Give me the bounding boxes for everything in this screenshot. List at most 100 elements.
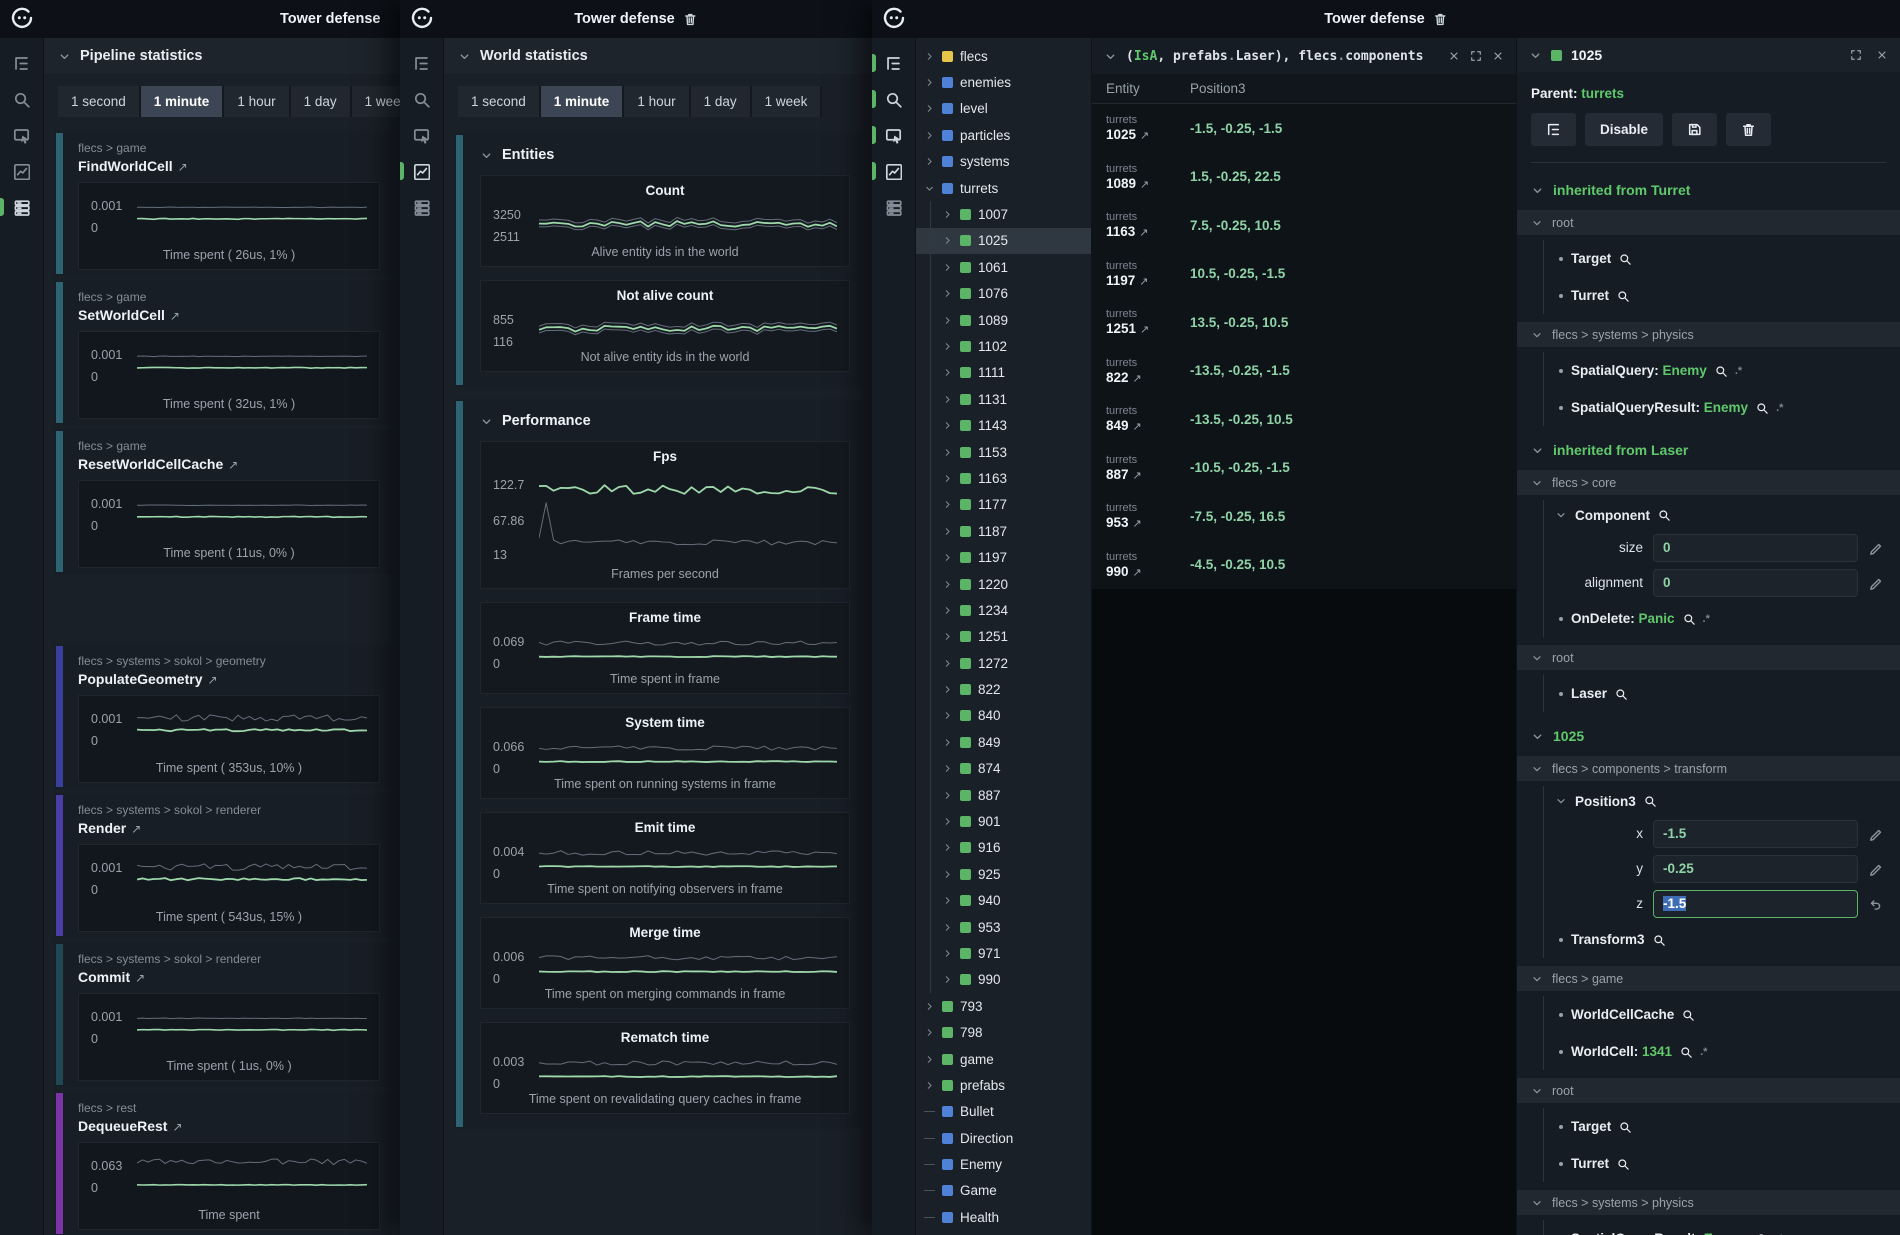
entity-id-link[interactable]: 1251↗ bbox=[1106, 321, 1184, 336]
tree-item-enemies[interactable]: enemies bbox=[916, 69, 1091, 95]
module-path-bar[interactable]: flecs > systems > physics bbox=[1517, 322, 1900, 347]
tab-1-day[interactable]: 1 day bbox=[691, 86, 752, 117]
tree-item-925[interactable]: 925 bbox=[916, 861, 1091, 887]
chevron-right-icon[interactable] bbox=[942, 658, 953, 669]
chevron-right-icon[interactable] bbox=[942, 790, 953, 801]
query-result-row[interactable]: turrets1089↗1.5, -0.25, 22.5 bbox=[1092, 153, 1516, 202]
sidebar-stats-button[interactable] bbox=[0, 194, 44, 220]
sidebar-inspect-button[interactable] bbox=[400, 122, 444, 148]
tab-1-week[interactable]: 1 week bbox=[352, 86, 400, 117]
field-input-y[interactable]: -0.25 bbox=[1653, 855, 1858, 883]
sidebar-inspect-button[interactable] bbox=[872, 122, 916, 148]
pair-wildcard-icon[interactable]: .* bbox=[1700, 1046, 1707, 1058]
chevron-right-icon[interactable] bbox=[924, 130, 935, 141]
tree-button[interactable] bbox=[1531, 113, 1576, 146]
query-result-row[interactable]: turrets822↗-13.5, -0.25, -1.5 bbox=[1092, 347, 1516, 396]
pencil-icon[interactable] bbox=[1868, 827, 1886, 841]
fullscreen-icon[interactable] bbox=[1470, 50, 1482, 62]
tab-1-second[interactable]: 1 second bbox=[58, 86, 141, 117]
chevron-right-icon[interactable] bbox=[924, 1027, 935, 1038]
sidebar-search-button[interactable] bbox=[400, 86, 444, 112]
entity-id-link[interactable]: 1197↗ bbox=[1106, 273, 1184, 288]
sidebar-search-button[interactable] bbox=[0, 86, 44, 112]
chevron-right-icon[interactable] bbox=[942, 288, 953, 299]
query-result-row[interactable]: turrets849↗-13.5, -0.25, 10.5 bbox=[1092, 395, 1516, 444]
close-panel-icon[interactable] bbox=[1876, 49, 1888, 61]
component-Position3[interactable]: Position3 bbox=[1531, 786, 1886, 816]
section-header[interactable]: Performance bbox=[480, 413, 850, 429]
chevron-right-icon[interactable] bbox=[942, 579, 953, 590]
pencil-icon[interactable] bbox=[1868, 576, 1886, 590]
delete-world-icon[interactable] bbox=[684, 12, 698, 26]
tree-item-849[interactable]: 849 bbox=[916, 729, 1091, 755]
sidebar-chart-button[interactable] bbox=[0, 158, 44, 184]
sidebar-stats-button[interactable] bbox=[872, 194, 916, 220]
trash-button[interactable] bbox=[1726, 113, 1771, 146]
tree-item-1187[interactable]: 1187 bbox=[916, 518, 1091, 544]
tab-1-hour[interactable]: 1 hour bbox=[624, 86, 690, 117]
entity-id-link[interactable]: 822↗ bbox=[1106, 370, 1184, 385]
tree-item-1111[interactable]: 1111 bbox=[916, 360, 1091, 386]
component-Component[interactable]: Component bbox=[1531, 500, 1886, 530]
system-name-link[interactable]: DequeueRest↗ bbox=[78, 1118, 380, 1134]
query-result-row[interactable]: turrets1197↗10.5, -0.25, -1.5 bbox=[1092, 250, 1516, 299]
chevron-right-icon[interactable] bbox=[942, 631, 953, 642]
field-input-z[interactable]: -1.5 bbox=[1653, 890, 1858, 918]
tree-item-prefabs[interactable]: prefabs bbox=[916, 1072, 1091, 1098]
disable-button[interactable]: Disable bbox=[1585, 113, 1663, 146]
section-header[interactable]: Entities bbox=[480, 147, 850, 163]
tree-item-turrets[interactable]: turrets bbox=[916, 175, 1091, 201]
tree-item-822[interactable]: 822 bbox=[916, 676, 1091, 702]
close-panel-icon[interactable] bbox=[1492, 50, 1504, 62]
tree-item-systems[interactable]: systems bbox=[916, 149, 1091, 175]
tree-item-1102[interactable]: 1102 bbox=[916, 333, 1091, 359]
tab-1-hour[interactable]: 1 hour bbox=[224, 86, 290, 117]
chevron-right-icon[interactable] bbox=[942, 605, 953, 616]
tree-item-1025[interactable]: 1025 bbox=[916, 228, 1091, 254]
entity-id-link[interactable]: 849↗ bbox=[1106, 418, 1184, 433]
tab-1-day[interactable]: 1 day bbox=[291, 86, 352, 117]
undo-icon[interactable] bbox=[1868, 897, 1886, 911]
sidebar-inspect-button[interactable] bbox=[0, 122, 44, 148]
system-name-link[interactable]: Render↗ bbox=[78, 820, 380, 836]
entity-id-link[interactable]: 1089↗ bbox=[1106, 176, 1184, 191]
sidebar-tree-button[interactable] bbox=[872, 50, 916, 76]
chevron-right-icon[interactable] bbox=[942, 526, 953, 537]
query-result-row[interactable]: turrets1163↗7.5, -0.25, 10.5 bbox=[1092, 201, 1516, 250]
tree-item-Bullet[interactable]: Bullet bbox=[916, 1099, 1091, 1125]
system-name-link[interactable]: Commit↗ bbox=[78, 969, 380, 985]
query-result-row[interactable]: turrets953↗-7.5, -0.25, 16.5 bbox=[1092, 492, 1516, 541]
chevron-down-icon[interactable] bbox=[924, 183, 935, 194]
chevron-right-icon[interactable] bbox=[942, 499, 953, 510]
chevron-right-icon[interactable] bbox=[924, 77, 935, 88]
tree-item-990[interactable]: 990 bbox=[916, 967, 1091, 993]
tree-item-798[interactable]: 798 bbox=[916, 1019, 1091, 1045]
module-path-bar[interactable]: root bbox=[1517, 1078, 1900, 1103]
tree-item-Direction[interactable]: Direction bbox=[916, 1125, 1091, 1151]
chevron-right-icon[interactable] bbox=[924, 156, 935, 167]
tree-item-793[interactable]: 793 bbox=[916, 993, 1091, 1019]
entity-id-link[interactable]: 887↗ bbox=[1106, 467, 1184, 482]
component-group-inherited-from-Laser[interactable]: inherited from Laser bbox=[1531, 439, 1886, 461]
pair-wildcard-icon[interactable]: .* bbox=[1703, 613, 1710, 625]
module-path-bar[interactable]: flecs > systems > physics bbox=[1517, 1190, 1900, 1215]
chevron-right-icon[interactable] bbox=[942, 341, 953, 352]
sidebar-chart-button[interactable] bbox=[872, 158, 916, 184]
search-component-icon[interactable] bbox=[1644, 795, 1656, 807]
query-result-row[interactable]: turrets1025↗-1.5, -0.25, -1.5 bbox=[1092, 104, 1516, 153]
field-input-size[interactable]: 0 bbox=[1653, 534, 1858, 562]
chevron-right-icon[interactable] bbox=[942, 447, 953, 458]
tree-item-1251[interactable]: 1251 bbox=[916, 624, 1091, 650]
tree-item-Enemy[interactable]: Enemy bbox=[916, 1151, 1091, 1177]
tree-item-887[interactable]: 887 bbox=[916, 782, 1091, 808]
chevron-right-icon[interactable] bbox=[942, 315, 953, 326]
pencil-icon[interactable] bbox=[1868, 862, 1886, 876]
entity-id-link[interactable]: 953↗ bbox=[1106, 515, 1184, 530]
search-component-icon[interactable] bbox=[1715, 365, 1727, 377]
chevron-right-icon[interactable] bbox=[924, 1001, 935, 1012]
module-path-bar[interactable]: flecs > game bbox=[1517, 966, 1900, 991]
tree-item-1076[interactable]: 1076 bbox=[916, 281, 1091, 307]
chevron-right-icon[interactable] bbox=[942, 710, 953, 721]
chevron-right-icon[interactable] bbox=[924, 1054, 935, 1065]
system-name-link[interactable]: FindWorldCell↗ bbox=[78, 158, 380, 174]
